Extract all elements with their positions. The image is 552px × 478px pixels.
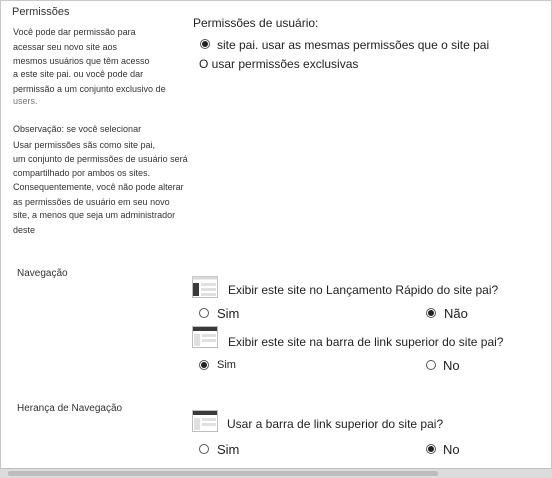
radio-top-link-yes[interactable] [199,360,209,370]
top-link-bar-question: Exibir este site na barra de link superi… [228,335,504,349]
permissions-note-line: as permissões de usuário em seu novo [13,197,170,207]
quick-launch-no-label[interactable]: Não [444,306,468,321]
permissions-description-line: Você pode dar permissão para [13,27,136,37]
permissions-description-users: users. [13,96,38,106]
parent-top-link-bar-icon [192,410,218,432]
top-link-no-label[interactable]: No [443,358,460,373]
permissions-description-line: mesmos usuários que têm acesso [13,56,150,66]
parent-top-link-bar-question: Usar a barra de link superior do site pa… [227,417,444,431]
permissions-description-line: permissão a um conjunto exclusivo de [13,84,166,94]
radio-top-link-no[interactable] [426,360,436,370]
permissions-note-line: um conjunto de permissões de usuário ser… [13,154,188,164]
permissions-section-title: Permissões [12,6,70,18]
radio-inherit-no[interactable] [426,444,436,454]
permissions-description-line: a este site pai. ou você pode dar [13,69,144,79]
quick-launch-icon [192,276,218,298]
permissions-note-line: Usar permissões sãs como site pai, [13,140,156,150]
radio-quick-launch-no[interactable] [426,308,436,318]
permissions-description-line: acessar seu novo site aos [13,42,118,52]
permissions-note-line: site, a menos que seja um administrador [13,210,176,220]
scrollbar-thumb[interactable] [8,471,438,476]
inherit-yes-label[interactable]: Sim [217,442,239,457]
radio-same-permissions[interactable] [200,39,210,49]
permissions-note-line: compartilhado por ambos os sites. [13,168,151,178]
permissions-note-line: Observação: se você selecionar [13,124,142,134]
unique-permissions-option[interactable]: O usar permissões exclusivas [199,57,358,71]
permissions-description-line: users. [13,97,38,106]
radio-quick-launch-yes[interactable] [199,308,209,318]
radio-inherit-yes[interactable] [199,444,209,454]
quick-launch-yes-label[interactable]: Sim [217,306,239,321]
permissions-note-line: Consequentemente, você não pode alterar [13,182,184,192]
quick-launch-question: Exibir este site no Lançamento Rápido do… [228,283,499,297]
user-permissions-label: Permissões de usuário: [193,16,319,30]
top-link-bar-icon [192,326,218,348]
navigation-inheritance-section-title: Herança de Navegação [17,403,123,414]
same-permissions-label[interactable]: site pai. usar as mesmas permissões que … [217,38,489,52]
top-link-yes-label[interactable]: Sim [217,359,236,371]
navigation-section-title: Navegação [17,268,68,279]
inherit-no-label[interactable]: No [443,442,460,457]
permissions-note-line: deste [13,225,36,235]
